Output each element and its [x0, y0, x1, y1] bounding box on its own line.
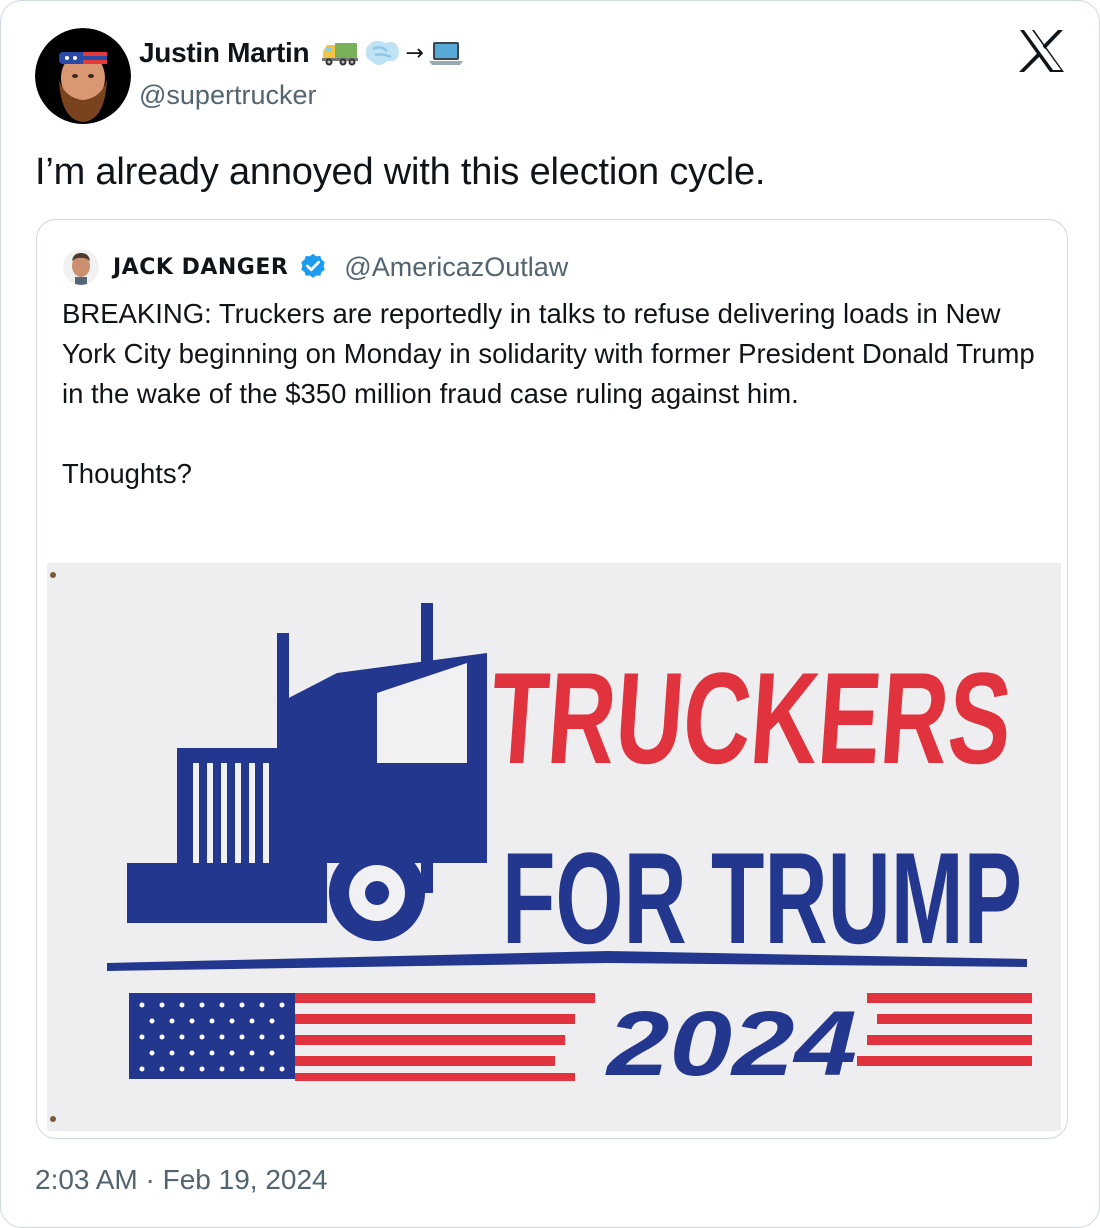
quoted-author-handle[interactable]: @AmericazOutlaw	[344, 252, 568, 283]
quoted-header: JACK DANGER @AmericazOutlaw	[63, 248, 568, 286]
author-avatar[interactable]	[35, 28, 131, 124]
image-line-for-trump: FOR TRUMP	[502, 825, 1022, 971]
dash-icon	[366, 40, 400, 65]
laptop-icon	[428, 42, 463, 65]
author-name[interactable]: Justin Martin	[139, 37, 310, 69]
author-name-row: Justin Martin →	[139, 35, 464, 71]
name-emojis: →	[321, 35, 463, 71]
quoted-text: BREAKING: Truckers are reportedly in tal…	[62, 298, 1035, 489]
image-line-truckers: TRUCKERS	[486, 645, 1016, 791]
quoted-author-avatar[interactable]	[63, 249, 99, 285]
arrow-glyph: →	[405, 40, 424, 66]
quoted-media-image[interactable]: TRUCKERS FOR TRUMP 2024	[47, 563, 1061, 1131]
quoted-author-name[interactable]: JACK DANGER	[113, 255, 288, 280]
verified-badge-icon	[301, 253, 326, 278]
quoted-tweet[interactable]: JACK DANGER @AmericazOutlaw BREAKING: Tr…	[36, 219, 1068, 1139]
truck-icon	[322, 43, 359, 66]
tweet-timestamp[interactable]: 2:03 AM · Feb 19, 2024	[35, 1164, 328, 1196]
x-logo-icon[interactable]	[1018, 29, 1066, 73]
tweet-card: Justin Martin → @supertrucker I’m alread…	[0, 0, 1100, 1228]
tweet-text: I’m already annoyed with this election c…	[35, 151, 766, 193]
author-handle[interactable]: @supertrucker	[139, 80, 316, 111]
image-line-2024: 2024	[605, 993, 857, 1095]
